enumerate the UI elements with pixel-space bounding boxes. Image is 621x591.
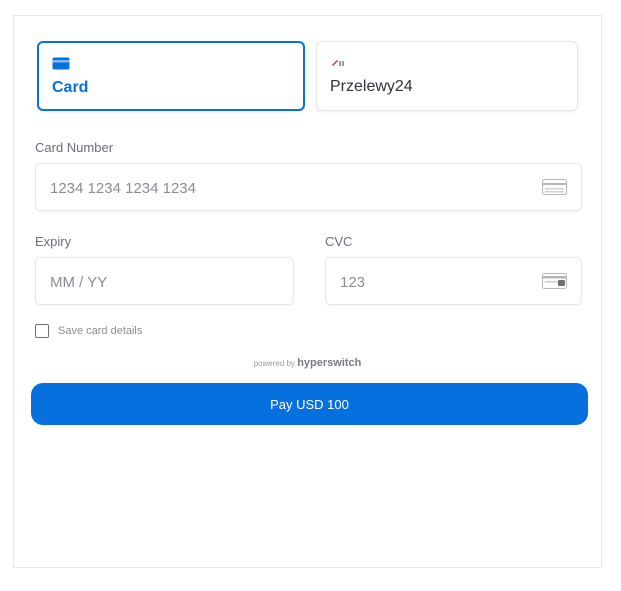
credit-card-icon — [52, 57, 70, 75]
save-card-row[interactable]: Save card details — [35, 324, 142, 338]
expiry-field[interactable] — [35, 257, 294, 306]
powered-by: powered by hyperswitch — [14, 357, 601, 369]
expiry-input[interactable] — [48, 258, 258, 306]
hyperswitch-logo: hyperswitch — [297, 357, 362, 369]
tab-card[interactable]: Card — [37, 41, 305, 111]
save-card-label: Save card details — [58, 325, 143, 337]
payment-form: Card Przelewy24 Card Number Expiry CVC — [13, 15, 602, 568]
cvc-field[interactable] — [325, 257, 582, 306]
tab-przelewy24[interactable]: Przelewy24 — [316, 41, 578, 111]
card-generic-icon — [542, 179, 567, 200]
card-number-input[interactable] — [48, 164, 488, 212]
powered-by-prefix: powered by — [253, 359, 295, 368]
cvc-card-icon — [542, 273, 567, 294]
tab-przelewy24-label: Przelewy24 — [330, 78, 413, 95]
pay-button[interactable]: Pay USD 100 — [31, 383, 588, 425]
cvc-label: CVC — [325, 234, 353, 249]
save-card-checkbox[interactable] — [35, 324, 49, 338]
card-number-field[interactable] — [35, 163, 582, 212]
przelewy24-logo-icon — [330, 56, 348, 74]
cvc-input[interactable] — [338, 258, 546, 306]
card-number-label: Card Number — [35, 140, 114, 155]
tab-card-label: Card — [52, 79, 89, 96]
expiry-label: Expiry — [35, 234, 72, 249]
